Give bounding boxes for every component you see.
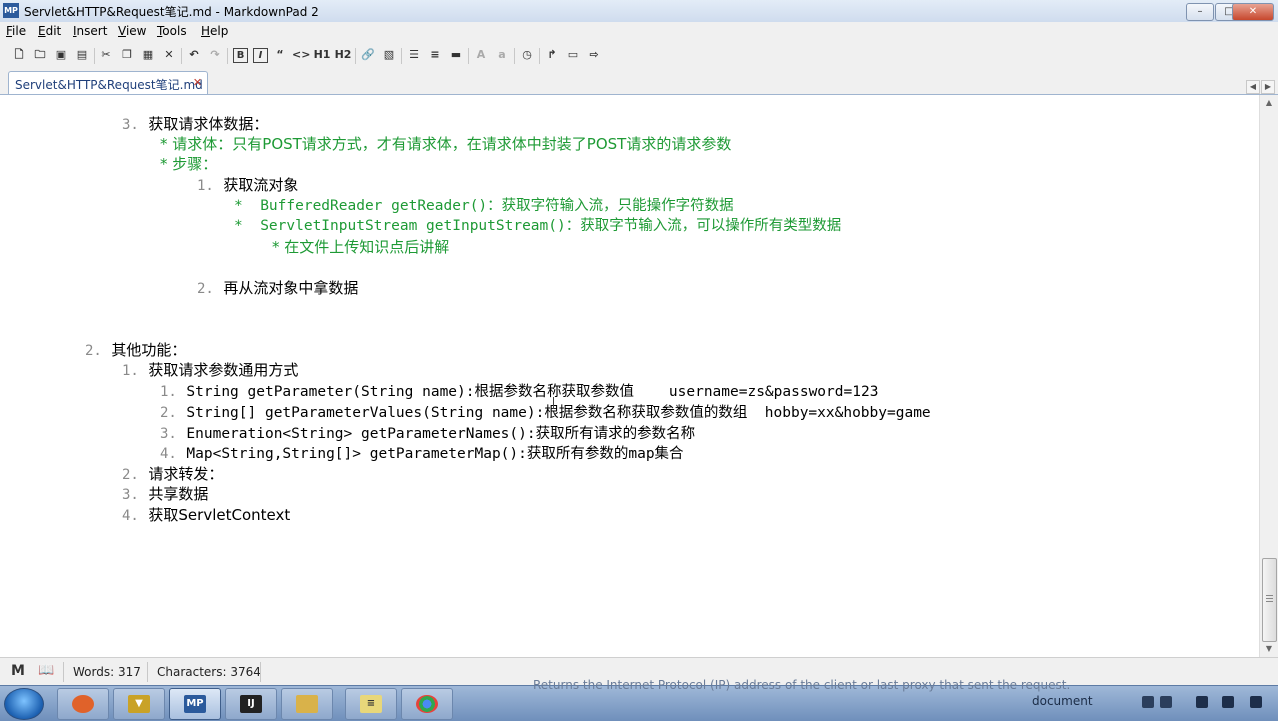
image-icon[interactable]: ▧ [380, 46, 398, 64]
title-bar: MP Servlet&HTTP&Request笔记.md - MarkdownP… [0, 0, 1278, 23]
character-count: Characters: 3764 [157, 665, 261, 679]
tab-scroll-left-icon[interactable]: ◀ [1246, 80, 1260, 94]
redo-icon[interactable]: ↷ [206, 46, 224, 64]
minimize-button[interactable]: – [1186, 3, 1214, 21]
file-explorer-icon[interactable] [281, 688, 333, 720]
preview-icon[interactable]: ▭ [564, 46, 582, 64]
list-item: 3. Enumeration<String> getParameterNames… [160, 426, 696, 442]
menu-help[interactable]: Help [201, 24, 228, 38]
quote-icon[interactable]: “ [271, 46, 289, 64]
open-folder-icon[interactable]: 🗀 [31, 46, 49, 64]
menu-edit[interactable]: Edit [38, 24, 61, 38]
tab-scroll-right-icon[interactable]: ▶ [1261, 80, 1275, 94]
new-file-icon[interactable]: 🗋 [10, 46, 28, 64]
list-item: * ServletInputStream getInputStream()：获取… [234, 218, 842, 234]
code-icon[interactable]: <> [292, 46, 310, 64]
list-item: 1. 获取请求参数通用方式 [122, 361, 299, 379]
list-item: 3. 获取请求体数据： [122, 115, 269, 133]
tab-strip: Servlet&HTTP&Request笔记.md ✕ [0, 68, 1278, 95]
window-title: Servlet&HTTP&Request笔记.md - MarkdownPad … [24, 5, 319, 19]
list-item: 2. String[] getParameterValues(String na… [160, 405, 931, 421]
bold-icon[interactable]: B [233, 48, 248, 63]
cut-icon[interactable]: ✂ [97, 46, 115, 64]
list-item: 2. 请求转发： [122, 465, 224, 483]
toolbar: 🗋 🗀 ▣ ▤ ✂ ❐ ▦ ✕ ↶ ↷ B I “ <> H1 H2 🔗 ▧ ☰… [0, 42, 1278, 69]
markdownpad-icon[interactable]: MP [169, 688, 221, 720]
start-button[interactable] [4, 688, 44, 720]
menu-bar: File Edit Insert View Tools Help [0, 22, 1278, 42]
tray-app-icon[interactable] [1142, 696, 1154, 708]
notepad-icon[interactable]: ≡ [345, 688, 397, 720]
background-window-text: Returns the Internet Protocol (IP) addre… [533, 678, 1071, 692]
text-cursor-icon [553, 397, 560, 409]
list-item: 2. 其他功能： [85, 341, 187, 359]
link-icon[interactable]: 🔗 [359, 46, 377, 64]
undo-icon[interactable]: ↶ [185, 46, 203, 64]
list-item: 4. Map<String,String[]> getParameterMap(… [160, 446, 684, 462]
menu-file[interactable]: File [6, 24, 26, 38]
publish-icon[interactable]: ⇨ [585, 46, 603, 64]
h2-icon[interactable]: H2 [334, 46, 352, 64]
vertical-scrollbar[interactable]: ▲ ▼ [1259, 95, 1278, 657]
list-item: * 步骤： [160, 155, 218, 173]
windows-media-icon[interactable] [57, 688, 109, 720]
list-item: 4. 获取ServletContext [122, 506, 291, 524]
scrollbar-thumb[interactable] [1262, 558, 1277, 642]
list-item: 3. 共享数据 [122, 485, 209, 503]
italic-icon[interactable]: I [253, 48, 268, 63]
intellij-icon[interactable]: IJ [225, 688, 277, 720]
font-decrease-icon[interactable]: a [493, 46, 511, 64]
taskbar: Returns the Internet Protocol (IP) addre… [0, 678, 1278, 721]
list-item: 2. 再从流对象中拿数据 [197, 279, 359, 297]
chrome-icon[interactable] [401, 688, 453, 720]
tray-label: document [1032, 694, 1093, 708]
close-button[interactable]: ✕ [1232, 3, 1274, 21]
list-item: * 在文件上传知识点后讲解 [272, 238, 450, 256]
scroll-down-icon[interactable]: ▼ [1264, 644, 1274, 654]
numbered-list-icon[interactable]: ≡ [426, 46, 444, 64]
tab-label: Servlet&HTTP&Request笔记.md [15, 78, 203, 92]
list-item: * 请求体：只有POST请求方式，才有请求体，在请求体中封装了POST请求的请求… [160, 135, 732, 153]
network-icon[interactable] [1196, 696, 1208, 708]
save-all-icon[interactable]: ▤ [73, 46, 91, 64]
menu-insert[interactable]: Insert [73, 24, 107, 38]
save-icon[interactable]: ▣ [52, 46, 70, 64]
export-icon[interactable]: ↱ [543, 46, 561, 64]
scroll-up-icon[interactable]: ▲ [1264, 98, 1274, 108]
timestamp-icon[interactable]: ◷ [518, 46, 536, 64]
list-item: 1. 获取流对象 [197, 176, 299, 194]
volume-icon[interactable] [1222, 696, 1234, 708]
copy-icon[interactable]: ❐ [118, 46, 136, 64]
list-item: 1. String getParameter(String name):根据参数… [160, 384, 879, 400]
media-player-icon[interactable]: ▼ [113, 688, 165, 720]
menu-view[interactable]: View [118, 24, 146, 38]
menu-tools[interactable]: Tools [157, 24, 187, 38]
h1-icon[interactable]: H1 [313, 46, 331, 64]
font-increase-icon[interactable]: A [472, 46, 490, 64]
action-center-icon[interactable] [1250, 696, 1262, 708]
document-tab[interactable]: Servlet&HTTP&Request笔记.md ✕ [8, 71, 208, 94]
tray-app-icon[interactable] [1160, 696, 1172, 708]
markdownpad-logo-icon: MP [3, 3, 19, 18]
tab-close-icon[interactable]: ✕ [192, 77, 203, 88]
bullet-list-icon[interactable]: ☰ [405, 46, 423, 64]
editor-pane[interactable]: 3. 获取请求体数据： * 请求体：只有POST请求方式，才有请求体，在请求体中… [0, 95, 1259, 657]
paste-icon[interactable]: ▦ [139, 46, 157, 64]
preview-mode-icon[interactable]: 📖 [38, 663, 54, 678]
word-count: Words: 317 [73, 665, 141, 679]
horizontal-rule-icon[interactable]: ▬ [447, 46, 465, 64]
delete-icon[interactable]: ✕ [160, 46, 178, 64]
markdown-mode-icon[interactable]: M [11, 663, 25, 679]
list-item: * BufferedReader getReader()：获取字符输入流，只能操… [234, 198, 734, 214]
